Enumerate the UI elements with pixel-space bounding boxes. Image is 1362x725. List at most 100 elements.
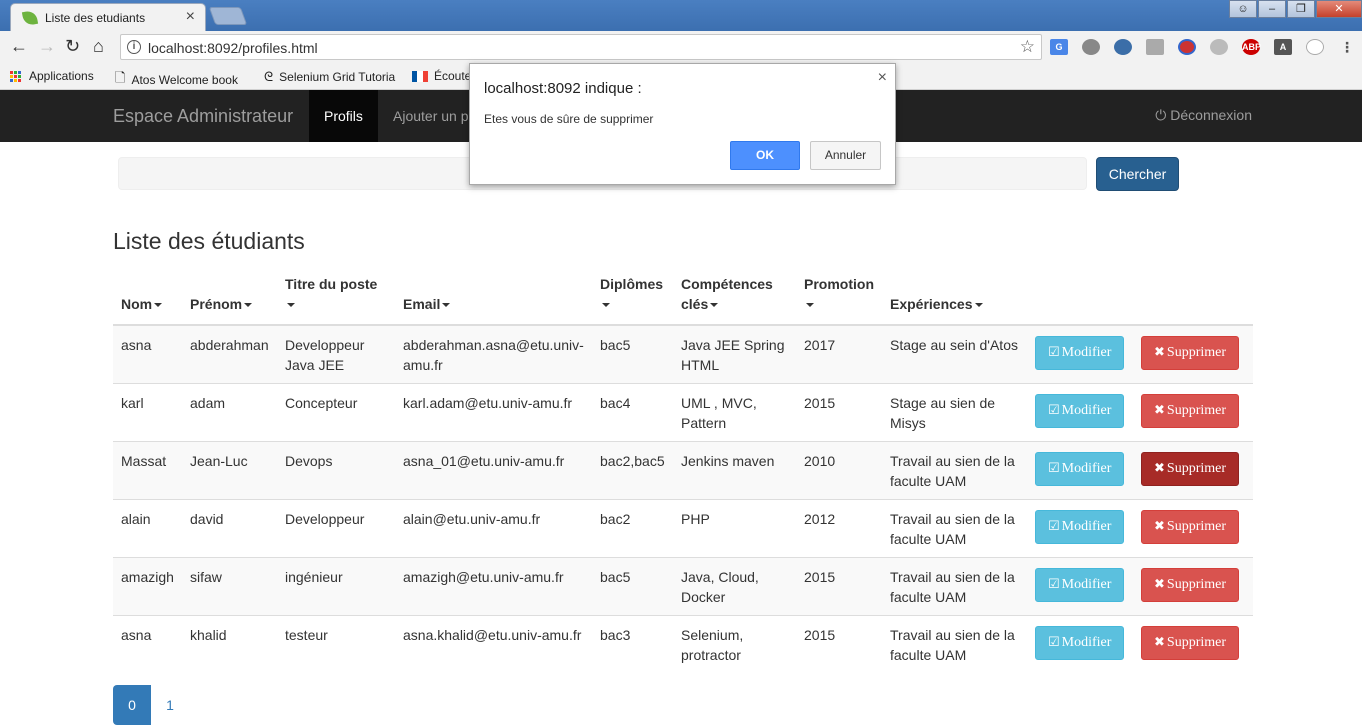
user-icon[interactable]: ☺ bbox=[1229, 0, 1257, 18]
caret-down-icon bbox=[244, 303, 253, 308]
cell-modify: ☑ Modifier bbox=[1027, 499, 1133, 558]
tab-title: Liste des etudiants bbox=[45, 11, 146, 25]
adblock-icon[interactable]: ABP bbox=[1242, 39, 1261, 55]
delete-button[interactable]: ✖ Supprimer bbox=[1141, 394, 1240, 428]
cell-promotion: 2015 bbox=[796, 615, 882, 673]
browser-tab[interactable]: Liste des etudiants × bbox=[10, 3, 206, 31]
dialog-cancel-button[interactable]: Annuler bbox=[810, 141, 881, 170]
table-row: asna abderahman Developpeur Java JEE abdera… bbox=[113, 324, 1253, 384]
caret-down-icon bbox=[974, 303, 983, 308]
home-icon[interactable]: ⌂ bbox=[93, 36, 104, 57]
logout-link[interactable]: ⏻ Déconnexion bbox=[1155, 107, 1252, 124]
delete-label: Supprimer bbox=[1166, 519, 1227, 534]
cell-email: amazigh@etu.univ-amu.fr bbox=[395, 557, 592, 616]
col-experiences[interactable]: Expériences bbox=[882, 272, 1027, 326]
cell-modify: ☑ Modifier bbox=[1027, 441, 1133, 500]
minimize-button[interactable]: – bbox=[1258, 0, 1286, 18]
cell-promotion: 2017 bbox=[796, 324, 882, 384]
back-arrow-icon[interactable]: ← bbox=[10, 36, 28, 57]
remove-icon: ✖ bbox=[1154, 403, 1165, 418]
page-title: Liste des étudiants bbox=[113, 228, 305, 254]
col-prenom[interactable]: Prénom bbox=[182, 272, 277, 326]
bookmark-label: Écoute bbox=[434, 69, 472, 83]
extension-icons: G ABP A ⋮ bbox=[1050, 39, 1356, 55]
delete-button[interactable]: ✖ Supprimer bbox=[1141, 626, 1240, 660]
bookmark-applications[interactable]: Applications bbox=[10, 69, 94, 83]
delete-button[interactable]: ✖ Supprimer bbox=[1141, 510, 1240, 544]
cell-modify: ☑ Modifier bbox=[1027, 615, 1133, 673]
cell-titre: ingénieur bbox=[277, 557, 395, 616]
rec-extension-icon[interactable] bbox=[1178, 39, 1196, 55]
cell-prenom: abderahman bbox=[182, 324, 277, 384]
cell-competences: Selenium, protractor bbox=[673, 615, 796, 673]
window-close-button[interactable]: ✕ bbox=[1316, 0, 1362, 18]
modify-label: Modifier bbox=[1061, 403, 1112, 418]
nav-profils[interactable]: Profils bbox=[309, 90, 378, 142]
cell-promotion: 2010 bbox=[796, 441, 882, 500]
cell-delete: ✖ Supprimer bbox=[1133, 383, 1253, 442]
pagination: 0 1 bbox=[113, 685, 189, 725]
nav-ajouter[interactable]: Ajouter un p bbox=[378, 90, 484, 142]
delete-button[interactable]: ✖ Supprimer bbox=[1141, 568, 1240, 602]
edit-icon: ☑ bbox=[1048, 577, 1060, 592]
table-row: asna khalid testeur asna.khalid@etu.univ-am… bbox=[113, 615, 1253, 673]
cell-experiences: Stage au sein d'Atos bbox=[882, 324, 1027, 384]
bookmark-selenium[interactable]: ᘓ Selenium Grid Tutoria bbox=[264, 69, 395, 85]
cell-email: asna.khalid@etu.univ-amu.fr bbox=[395, 615, 592, 673]
forward-arrow-icon[interactable]: → bbox=[38, 36, 56, 57]
delete-button[interactable]: ✖ Supprimer bbox=[1141, 336, 1240, 370]
col-competences[interactable]: Compétences clés bbox=[673, 272, 796, 326]
address-bar[interactable]: i localhost:8092/profiles.html ☆ bbox=[120, 34, 1042, 60]
page-link-1[interactable]: 1 bbox=[151, 685, 189, 725]
apps-grid-icon bbox=[10, 70, 21, 82]
bookmark-ecoute[interactable]: Écoute bbox=[412, 69, 471, 83]
dialog-close-icon[interactable]: × bbox=[878, 69, 887, 87]
privacy-shield-icon[interactable] bbox=[1210, 39, 1228, 55]
delete-label: Supprimer bbox=[1166, 403, 1227, 418]
url-text[interactable]: localhost:8092/profiles.html bbox=[148, 40, 318, 56]
remove-icon: ✖ bbox=[1154, 577, 1165, 592]
bookmark-star-icon[interactable]: ☆ bbox=[1020, 37, 1035, 57]
col-diplomes[interactable]: Diplômes bbox=[592, 272, 673, 326]
angular-icon[interactable]: A bbox=[1274, 39, 1292, 55]
new-tab-button[interactable] bbox=[208, 7, 248, 25]
cell-modify: ☑ Modifier bbox=[1027, 383, 1133, 442]
brand[interactable]: Espace Administrateur bbox=[113, 106, 293, 127]
dialog-ok-button[interactable]: OK bbox=[730, 141, 800, 170]
modify-button[interactable]: ☑ Modifier bbox=[1035, 626, 1125, 660]
page-link-0[interactable]: 0 bbox=[113, 685, 151, 725]
table-row: Massat Jean-Luc Devops asna_01@etu.univ-amu… bbox=[113, 441, 1253, 500]
modify-button[interactable]: ☑ Modifier bbox=[1035, 568, 1125, 602]
modify-button[interactable]: ☑ Modifier bbox=[1035, 336, 1125, 370]
col-email[interactable]: Email bbox=[395, 272, 592, 326]
table-row: alain david Developpeur alain@etu.univ-amu.… bbox=[113, 499, 1253, 558]
extension-circle-icon[interactable] bbox=[1306, 39, 1324, 55]
col-promotion[interactable]: Promotion bbox=[796, 272, 882, 326]
mail-extension-icon[interactable] bbox=[1146, 39, 1164, 55]
shield-extension-icon[interactable] bbox=[1114, 39, 1132, 55]
modify-button[interactable]: ☑ Modifier bbox=[1035, 452, 1125, 486]
modify-button[interactable]: ☑ Modifier bbox=[1035, 510, 1125, 544]
modify-button[interactable]: ☑ Modifier bbox=[1035, 394, 1125, 428]
maximize-button[interactable]: ❐ bbox=[1287, 0, 1315, 18]
cell-diplomes: bac5 bbox=[592, 557, 673, 616]
cell-diplomes: bac3 bbox=[592, 615, 673, 673]
tab-close-icon[interactable]: × bbox=[186, 8, 195, 26]
search-button[interactable]: Chercher bbox=[1096, 157, 1179, 191]
remove-icon: ✖ bbox=[1154, 519, 1165, 534]
menu-kebab-icon[interactable]: ⋮ bbox=[1338, 39, 1356, 55]
col-titre[interactable]: Titre du poste bbox=[277, 272, 395, 326]
info-icon[interactable]: i bbox=[127, 40, 141, 54]
extension-dot-icon[interactable] bbox=[1082, 39, 1100, 55]
col-nom[interactable]: Nom bbox=[113, 272, 182, 326]
modify-label: Modifier bbox=[1061, 519, 1112, 534]
col-actions-delete bbox=[1133, 272, 1253, 326]
cell-nom: asna bbox=[113, 615, 182, 673]
translate-icon[interactable]: G bbox=[1050, 39, 1068, 55]
cell-delete: ✖ Supprimer bbox=[1133, 324, 1253, 384]
reload-icon[interactable]: ↻ bbox=[65, 36, 80, 57]
cell-prenom: adam bbox=[182, 383, 277, 442]
delete-button[interactable]: ✖ Supprimer bbox=[1141, 452, 1240, 486]
dialog-message: Etes vous de sûre de supprimer bbox=[484, 112, 654, 126]
bookmark-atos[interactable]: 🗋 Atos Welcome book bbox=[115, 69, 238, 91]
